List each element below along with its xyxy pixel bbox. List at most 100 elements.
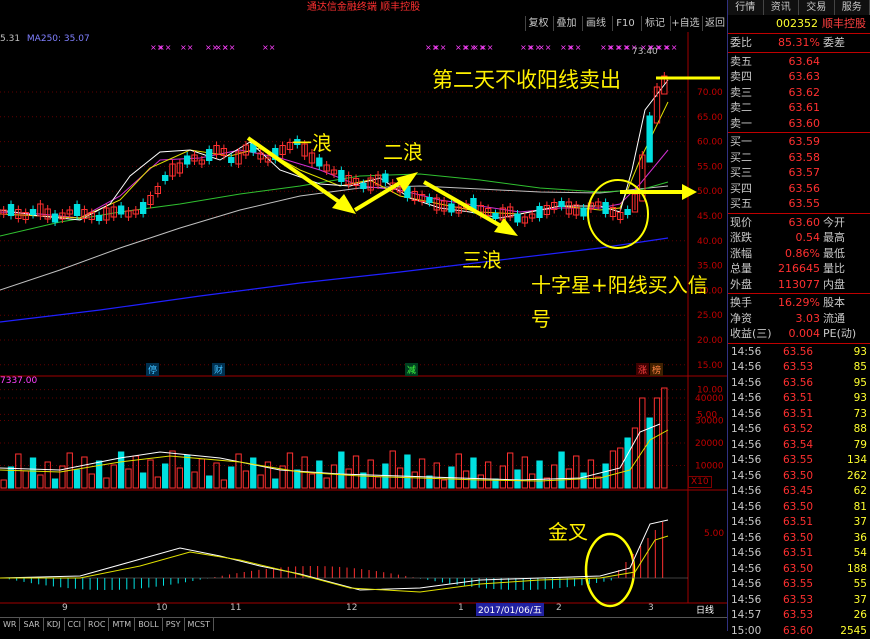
marker-finance[interactable]: 财 (212, 363, 225, 376)
back-button[interactable]: 返回 (702, 16, 727, 31)
tick-volume: 73 (854, 407, 867, 423)
high-label: 73.40 (632, 47, 658, 57)
volume-bar (478, 475, 483, 488)
quote-row: 总量216645量比 (728, 261, 870, 277)
period-label[interactable]: 日线 (696, 603, 714, 616)
f10-button[interactable]: F10 (612, 16, 638, 31)
tick-price: 63.55 (783, 577, 813, 593)
row-value: 0.86% (785, 246, 820, 262)
tick-row: 14:5663.5193 (728, 391, 870, 407)
add-watchlist-button[interactable]: +自选 (670, 16, 700, 31)
tick-price: 63.50 (783, 562, 813, 578)
tab-news[interactable]: 资讯 (764, 0, 800, 15)
date-label: 1 (458, 603, 464, 613)
chart-toolbar: 复权 叠加 画线 F10 标记 +自选 返回 (0, 15, 727, 32)
tab-wr[interactable]: WR (0, 618, 20, 631)
tick-time: 14:56 (731, 593, 761, 609)
tab-psy[interactable]: PSY (163, 618, 185, 631)
tick-time: 15:00 (731, 624, 761, 639)
weicha-label: 委差 (823, 35, 845, 51)
tab-sar[interactable]: SAR (20, 618, 43, 631)
quote-tabs: 行情 资讯 交易 服务 (728, 0, 870, 15)
price-tick-label: 65.00 (697, 113, 723, 123)
volume-bar (508, 453, 513, 488)
tick-row: 14:5663.5479 (728, 438, 870, 454)
marker-rank[interactable]: 榜 (650, 363, 663, 376)
ask-list: 卖五63.64卖四63.63卖三63.62卖二63.61卖一63.60 (728, 54, 870, 132)
quote-row: 买五63.55 (728, 196, 870, 212)
volume-bar (419, 459, 424, 488)
row-label: 买二 (730, 150, 752, 166)
volume-bar (104, 478, 109, 488)
tick-time: 14:56 (731, 422, 761, 438)
volume-bar (317, 461, 322, 488)
quote-row: 买二 63.58 (728, 150, 870, 166)
volume-bar (574, 456, 579, 488)
tab-cci[interactable]: CCI (65, 618, 86, 631)
tab-quote[interactable]: 行情 (728, 0, 764, 15)
volume-bar (441, 480, 446, 488)
quote-row: 外盘113077内盘 (728, 277, 870, 293)
tick-row: 14:5663.55134 (728, 453, 870, 469)
overlay-button[interactable]: 叠加 (553, 16, 579, 31)
tick-row: 14:5663.5385 (728, 360, 870, 376)
tab-service[interactable]: 服务 (835, 0, 870, 15)
volume-bar (375, 477, 380, 488)
row-label: 净资 (730, 311, 752, 327)
row-label: 买四 (730, 181, 752, 197)
tick-volume: 37 (854, 515, 867, 531)
volume-bar (243, 471, 248, 488)
tick-price: 63.53 (783, 593, 813, 609)
volume-bar (140, 473, 145, 488)
row-label: 卖二 (730, 100, 752, 116)
marker-limit-up[interactable]: 涨 (636, 363, 649, 376)
tick-list: 14:5663.569314:5663.538514:5663.569514:5… (728, 345, 870, 639)
row-label: 换手 (730, 295, 752, 311)
tab-boll[interactable]: BOLL (135, 618, 163, 631)
stats2-list: 换手16.29%股本净资3.03流通收益(三)0.004PE(动) (728, 295, 870, 342)
tab-mcst[interactable]: MCST (185, 618, 214, 631)
fuquan-button[interactable]: 复权 (525, 16, 551, 31)
tab-trade[interactable]: 交易 (799, 0, 835, 15)
volume-bar (74, 470, 79, 488)
quote-row: 卖一63.60 (728, 116, 870, 132)
date-cursor-label: 2017/01/06/五 (476, 603, 544, 616)
tick-row: 14:5663.5173 (728, 407, 870, 423)
mark-button[interactable]: 标记 (641, 16, 668, 31)
volume-bar (353, 456, 358, 488)
quote-row: 买三63.57 (728, 165, 870, 181)
tab-mtm[interactable]: MTM (109, 618, 135, 631)
volume-bar (662, 388, 667, 488)
volume-bar (251, 458, 256, 488)
row-label2: 最高 (823, 230, 845, 246)
marker-reduce[interactable]: 减 (405, 363, 418, 376)
quote-row: 买四 63.56 (728, 181, 870, 197)
row-value: 63.60 (789, 215, 821, 231)
tab-roc[interactable]: ROC (85, 618, 109, 631)
tick-price: 63.54 (783, 438, 813, 454)
row-label: 卖一 (730, 116, 752, 132)
draw-line-button[interactable]: 画线 (582, 16, 609, 31)
tick-price: 63.51 (783, 407, 813, 423)
tick-volume: 85 (854, 360, 867, 376)
quote-row: 卖三63.62 (728, 85, 870, 101)
tick-volume: 93 (854, 391, 867, 407)
volume-bar (207, 476, 212, 488)
marker-halt[interactable]: 停 (146, 363, 159, 376)
row-label: 收益(三) (730, 326, 772, 342)
window-title: 通达信金融终端 顺丰控股 (0, 0, 727, 15)
volume-bar (581, 473, 586, 488)
row-value: 3.03 (796, 311, 821, 327)
tick-time: 14:56 (731, 438, 761, 454)
tick-volume: 81 (854, 500, 867, 516)
row-value: 63.58 (789, 150, 821, 166)
tick-row: 14:5663.5288 (728, 422, 870, 438)
quote-row: 现价63.60今开 (728, 215, 870, 231)
row-value: 63.56 (789, 181, 821, 197)
tick-time: 14:56 (731, 577, 761, 593)
tick-time: 14:56 (731, 546, 761, 562)
tick-price: 63.51 (783, 546, 813, 562)
tab-kdj[interactable]: KDJ (44, 618, 65, 631)
date-label: 12 (346, 603, 357, 613)
row-label: 卖四 (730, 69, 752, 85)
